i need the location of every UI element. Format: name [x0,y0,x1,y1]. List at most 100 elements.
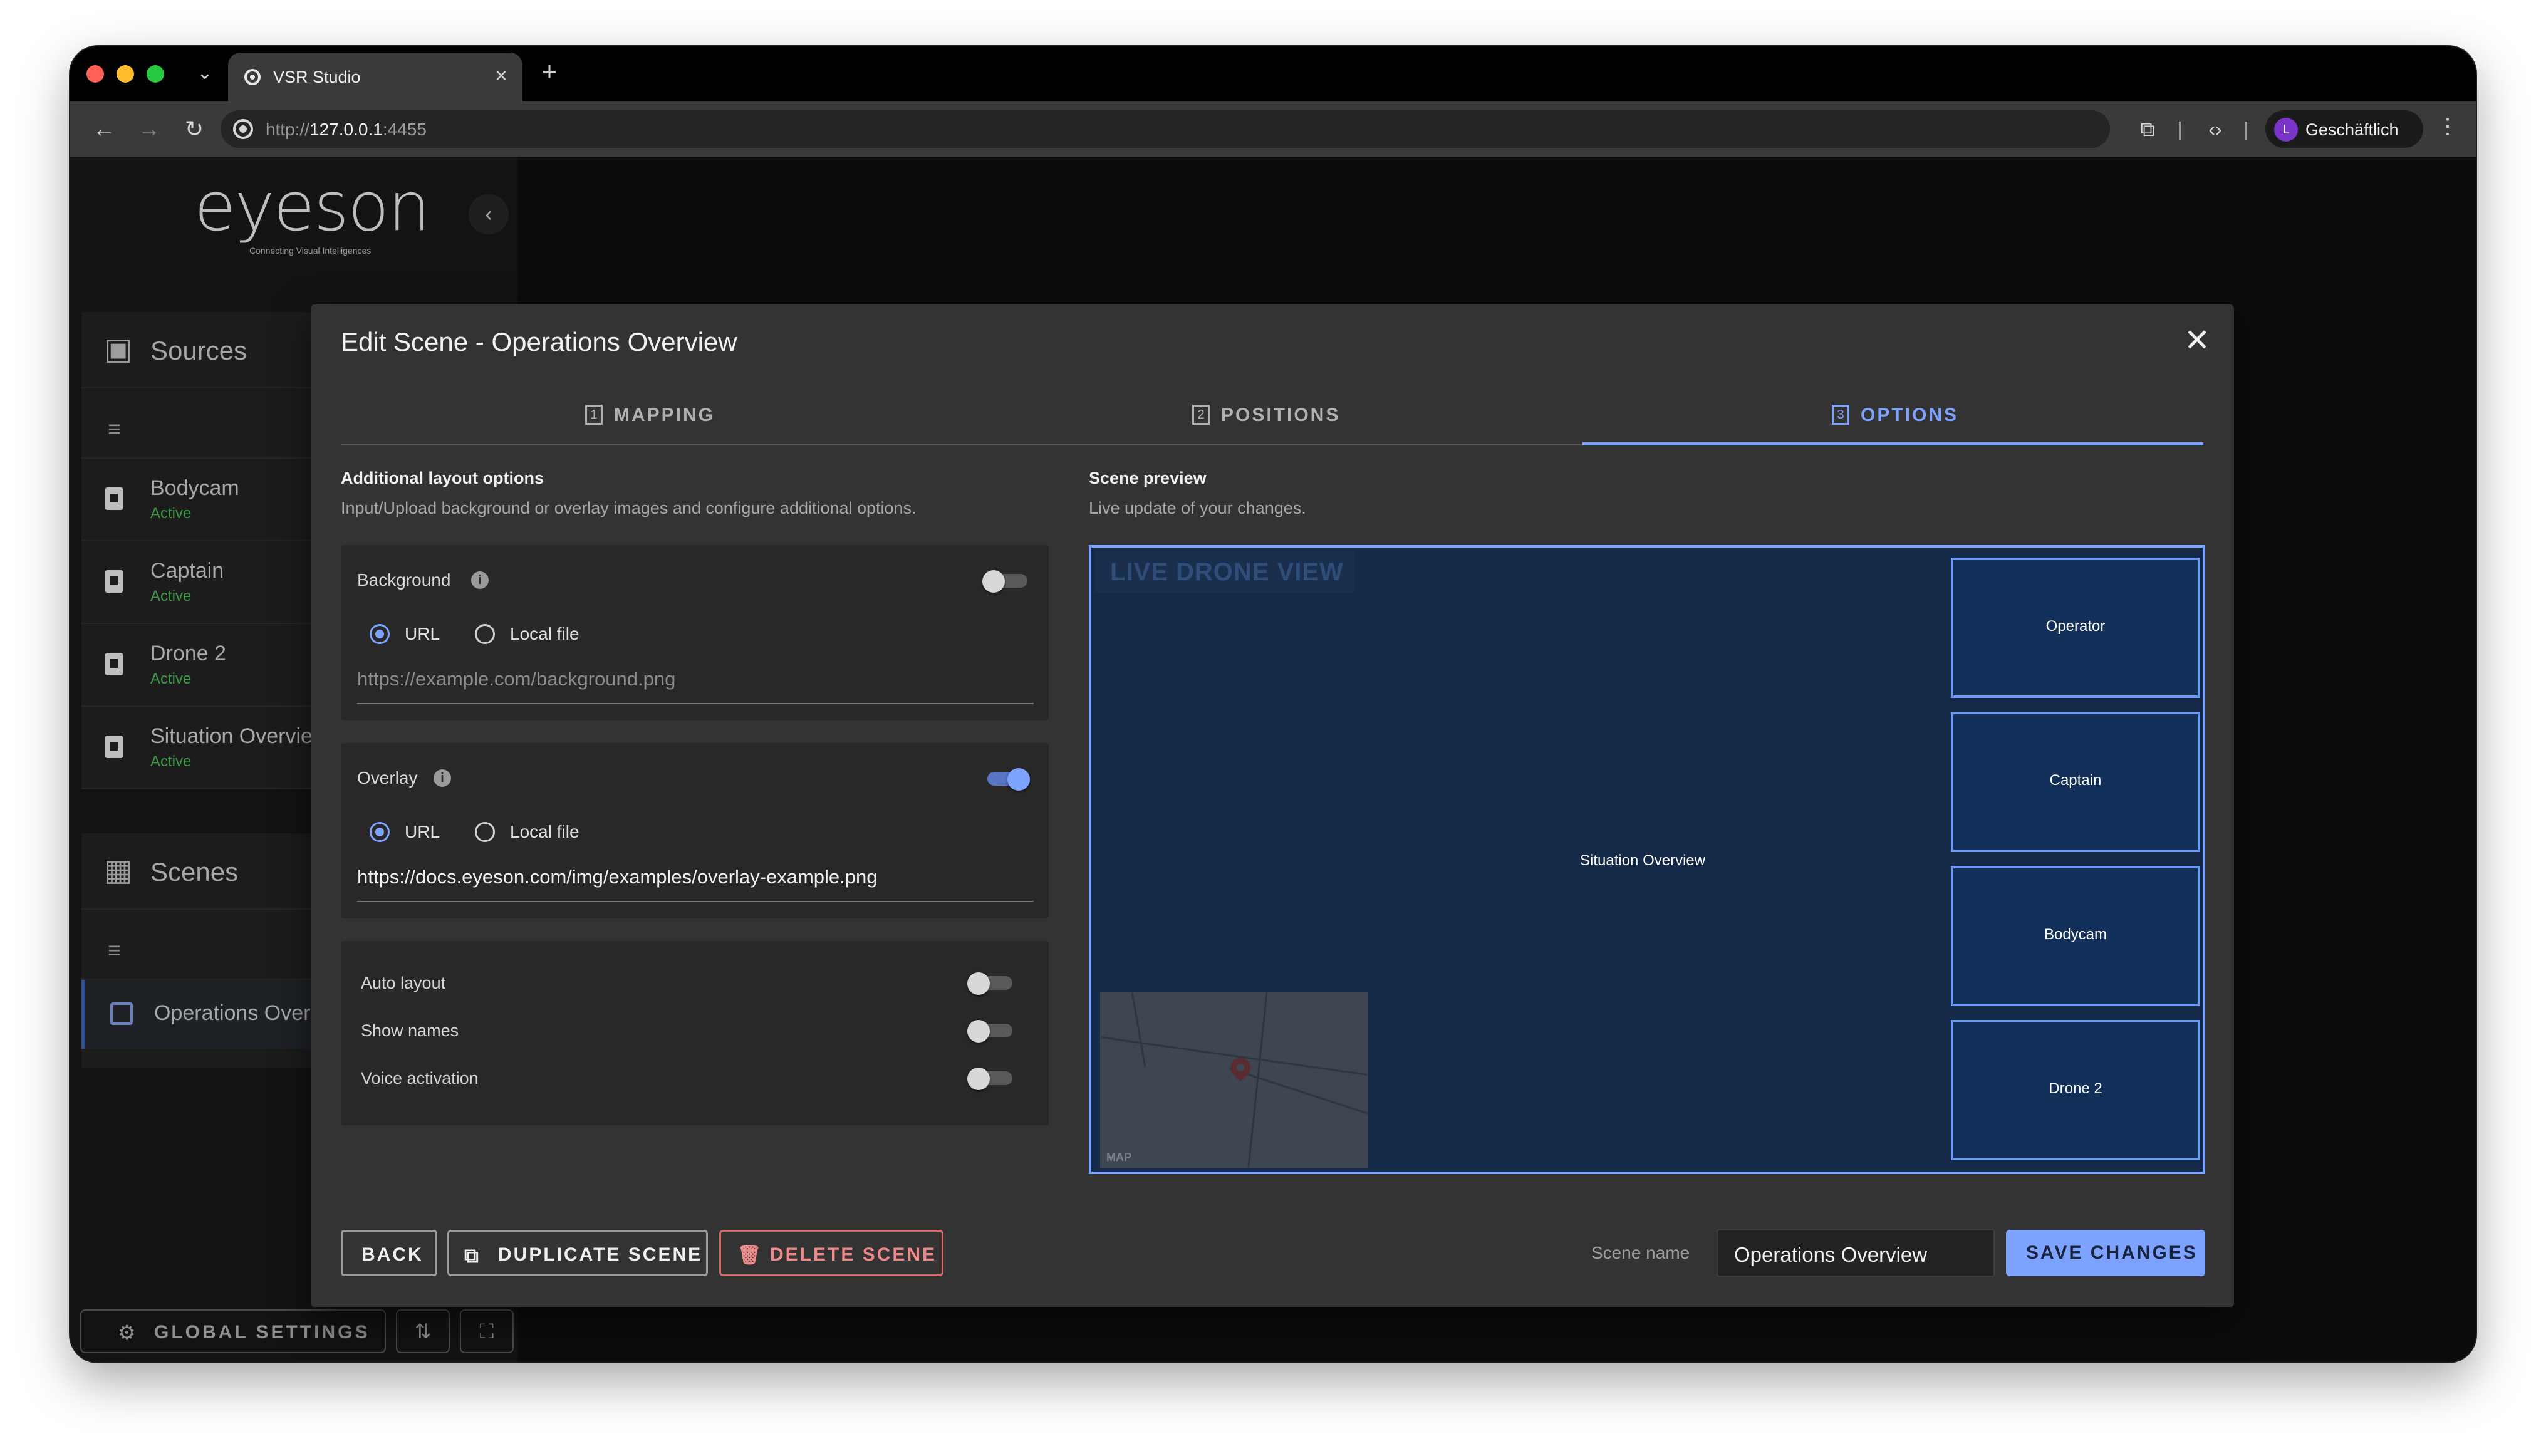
source-status: Active [150,505,192,522]
profile-avatar: L [2274,118,2298,142]
preview-tile-bodycam: Bodycam [1951,866,2200,1006]
scene-layout-icon [110,1002,133,1025]
tab-number: 3 [1832,405,1849,425]
dialog-title: Edit Scene - Operations Overview [341,327,737,356]
tab-positions[interactable]: 2 POSITIONS [962,388,1582,444]
maximize-window-button[interactable] [147,65,164,83]
devtools-code-icon[interactable]: ‹› [2199,113,2232,145]
browser-window: ⌄ VSR Studio × + ← → ↻ http://127.0.0.1:… [70,46,2476,1362]
background-card: Background i URL Local file https://exam… [341,545,1049,720]
tab-options[interactable]: 3 OPTIONS [1582,388,2203,445]
copy-icon: ⧉ [464,1244,479,1267]
overlay-card: Overlay i URL Local file https://docs.ey… [341,743,1049,918]
file-icon [105,487,123,510]
preview-tile-drone-2: Drone 2 [1951,1020,2200,1160]
delete-scene-button[interactable]: 🗑 DELETE SCENE [719,1230,943,1276]
local-file-radio-label: Local file [510,822,579,841]
close-icon[interactable]: ✕ [2184,322,2210,358]
source-status: Active [150,670,192,687]
browser-toolbar: ← → ↻ http://127.0.0.1:4455 ⧉ ‹› L Gesch… [70,101,2476,157]
save-changes-button[interactable]: SAVE CHANGES [2006,1230,2205,1276]
voice-activation-toggle[interactable] [967,1068,1014,1090]
background-url-input[interactable]: https://example.com/background.png [357,668,1034,704]
scene-preview: LIVE DRONE VIEW Situation Overview Opera… [1089,545,2205,1174]
browser-menu-icon[interactable]: ⋮ [2437,114,2458,139]
source-name: Drone 2 [150,642,226,665]
overlay-toggle[interactable] [982,768,1030,791]
tab-label: POSITIONS [1221,405,1341,425]
show-names-label: Show names [361,1021,459,1040]
gear-icon: ⚙ [118,1321,136,1344]
sort-icon[interactable]: ≡ [108,937,121,964]
fullscreen-icon[interactable]: ⛶ [460,1309,514,1353]
voice-activation-label: Voice activation [361,1069,479,1088]
scene-preview-title: Scene preview [1089,469,1207,487]
video-library-icon: ▣ [104,333,133,366]
layout-options-description: Input/Upload background or overlay image… [341,499,917,517]
collapse-sidebar-chevron-icon[interactable]: ‹ [469,194,509,234]
file-icon [105,570,123,593]
scenes-grid-icon: ▦ [104,854,133,887]
show-names-toggle[interactable] [967,1020,1014,1043]
auto-layout-toggle[interactable] [967,972,1014,995]
extensions-icon[interactable]: ⧉ [2131,113,2164,145]
overlay-local-file-radio[interactable] [475,822,495,842]
sort-icon[interactable]: ≡ [108,416,121,442]
new-tab-button[interactable]: + [534,56,565,86]
tab-title: VSR Studio [273,68,361,86]
source-status: Active [150,588,192,605]
close-window-button[interactable] [86,65,104,83]
source-name: Bodycam [150,476,239,500]
forward-arrow-icon[interactable]: → [133,113,165,145]
info-icon[interactable]: i [471,571,489,589]
overlay-url-radio[interactable] [370,822,390,842]
background-toggle[interactable] [982,570,1029,593]
browser-tab[interactable]: VSR Studio × [228,53,522,101]
swap-vertical-icon[interactable]: ⇅ [396,1309,450,1353]
trash-icon: 🗑 [737,1245,762,1266]
site-info-icon[interactable] [233,119,253,139]
delete-scene-label: DELETE SCENE [770,1244,937,1265]
preview-tile-captain: Captain [1951,712,2200,852]
background-url-radio[interactable] [370,624,390,644]
url-text[interactable]: http://127.0.0.1:4455 [266,120,427,140]
local-file-radio-label: Local file [510,624,579,643]
app-area: eyeson Connecting Visual Intelligences ‹… [70,157,2476,1362]
global-settings-button[interactable]: ⚙ GLOBAL SETTINGS [80,1309,386,1353]
tab-number: 2 [1192,405,1210,425]
scene-name-input[interactable]: Operations Overview [1717,1229,1995,1277]
layout-options-title: Additional layout options [341,469,544,487]
save-changes-label: SAVE CHANGES [2026,1242,2198,1263]
background-label: Background [357,570,451,590]
tab-close-icon[interactable]: × [495,64,507,88]
tab-search-chevron-icon[interactable]: ⌄ [189,58,221,89]
file-icon [105,736,123,758]
tab-mapping[interactable]: 1 MAPPING [341,388,962,444]
scene-name-label: Scene name [1591,1243,1690,1262]
background-local-file-radio[interactable] [475,624,495,644]
minimize-window-button[interactable] [117,65,134,83]
overlay-url-input[interactable]: https://docs.eyeson.com/img/examples/ove… [357,866,1034,902]
map-overlay: MAP [1100,992,1368,1168]
scene-preview-description: Live update of your changes. [1089,499,1306,517]
preview-tile-operator: Operator [1951,558,2200,698]
profile-button[interactable]: L Geschäftlich [2265,110,2423,148]
back-button[interactable]: BACK [341,1230,437,1276]
map-label: MAP [1106,1151,1131,1163]
file-icon [105,653,123,675]
duplicate-scene-button[interactable]: ⧉ DUPLICATE SCENE [447,1230,708,1276]
tab-favicon-icon [244,69,261,85]
back-arrow-icon[interactable]: ← [88,113,120,145]
scenes-title: Scenes [150,857,239,887]
extra-options-card: Auto layout Show names Voice activation [341,941,1049,1125]
address-bar[interactable]: http://127.0.0.1:4455 [221,110,2110,148]
scene-name-value: Operations Overview [1734,1243,1928,1266]
info-icon[interactable]: i [434,769,451,787]
preview-main-source: Situation Overview [1580,852,1706,869]
eyeson-logo: eyeson [194,168,431,246]
duplicate-scene-label: DUPLICATE SCENE [498,1244,703,1265]
source-name: Captain [150,559,224,583]
auto-layout-label: Auto layout [361,974,446,992]
global-settings-label: GLOBAL SETTINGS [154,1322,370,1343]
reload-icon[interactable]: ↻ [178,113,210,145]
